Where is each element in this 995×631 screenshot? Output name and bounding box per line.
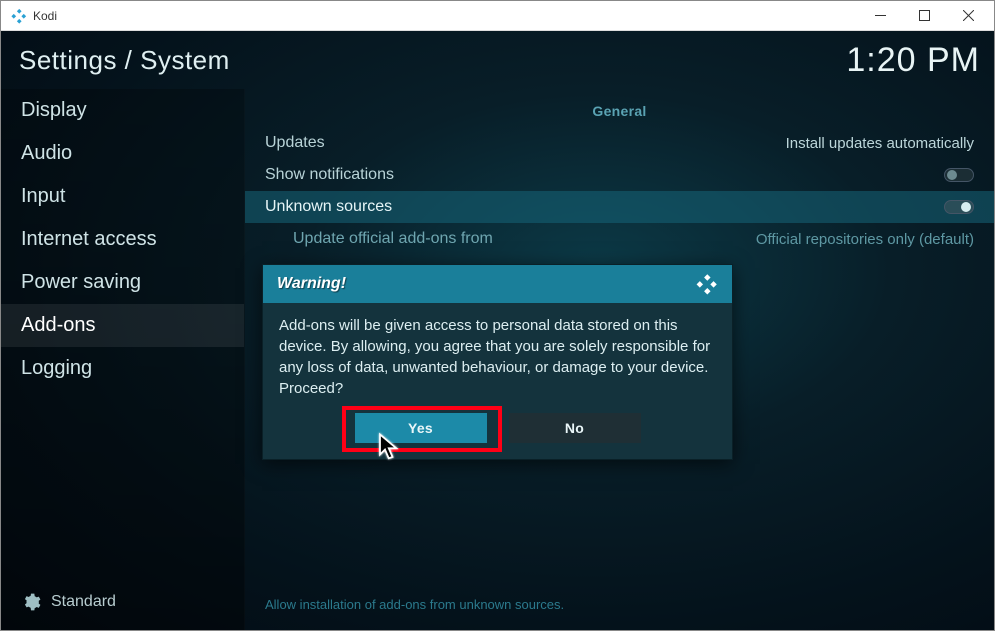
- setting-value: Install updates automatically: [786, 135, 974, 152]
- setting-value: Official repositories only (default): [756, 231, 974, 248]
- sidebar-items: Display Audio Input Internet access Powe…: [1, 89, 244, 580]
- sidebar-item-power-saving[interactable]: Power saving: [1, 261, 244, 304]
- setting-unknown-sources[interactable]: Unknown sources: [245, 191, 994, 223]
- dialog-title-text: Warning!: [277, 275, 346, 293]
- sidebar-item-internet-access[interactable]: Internet access: [1, 218, 244, 261]
- kodi-app-icon: [11, 8, 27, 24]
- no-button[interactable]: No: [509, 413, 641, 443]
- sidebar-item-logging[interactable]: Logging: [1, 347, 244, 390]
- toggle-off-icon[interactable]: [944, 168, 974, 182]
- setting-updates[interactable]: Updates Install updates automatically: [265, 127, 974, 159]
- setting-label: Update official add-ons from: [293, 230, 493, 248]
- sidebar-item-add-ons[interactable]: Add-ons: [1, 304, 244, 347]
- sidebar-item-audio[interactable]: Audio: [1, 132, 244, 175]
- dialog-titlebar: Warning!: [263, 265, 732, 303]
- settings-level-label: Standard: [51, 593, 116, 611]
- kodi-logo-icon: [696, 273, 718, 295]
- yes-button[interactable]: Yes: [355, 413, 487, 443]
- setting-label: Show notifications: [265, 166, 394, 184]
- warning-dialog: Warning! Add-ons will be given access to…: [262, 264, 733, 460]
- gear-icon: [21, 592, 41, 612]
- setting-update-addons-from[interactable]: Update official add-ons from Official re…: [265, 223, 974, 255]
- sidebar-item-input[interactable]: Input: [1, 175, 244, 218]
- window: Kodi Settings / System 1:20 PM Display A…: [0, 0, 995, 631]
- sidebar-item-display[interactable]: Display: [1, 89, 244, 132]
- header-row: Settings / System 1:20 PM: [1, 31, 994, 89]
- close-button[interactable]: [946, 2, 990, 30]
- footer-hint: Allow installation of add-ons from unkno…: [265, 597, 564, 612]
- window-title: Kodi: [33, 9, 858, 23]
- titlebar: Kodi: [1, 1, 994, 31]
- setting-show-notifications[interactable]: Show notifications: [265, 159, 974, 191]
- setting-label: Unknown sources: [265, 198, 392, 216]
- sidebar: Display Audio Input Internet access Powe…: [1, 89, 245, 630]
- maximize-button[interactable]: [902, 2, 946, 30]
- app-body: Settings / System 1:20 PM Display Audio …: [1, 31, 994, 630]
- setting-label: Updates: [265, 134, 325, 152]
- section-header: General: [265, 97, 974, 127]
- dialog-buttons: Yes No: [263, 413, 732, 459]
- window-controls: [858, 2, 990, 30]
- settings-level[interactable]: Standard: [1, 580, 244, 630]
- dialog-body: Add-ons will be given access to personal…: [263, 303, 732, 413]
- clock: 1:20 PM: [846, 41, 980, 80]
- minimize-button[interactable]: [858, 2, 902, 30]
- breadcrumb: Settings / System: [19, 45, 230, 76]
- toggle-on-icon[interactable]: [944, 200, 974, 214]
